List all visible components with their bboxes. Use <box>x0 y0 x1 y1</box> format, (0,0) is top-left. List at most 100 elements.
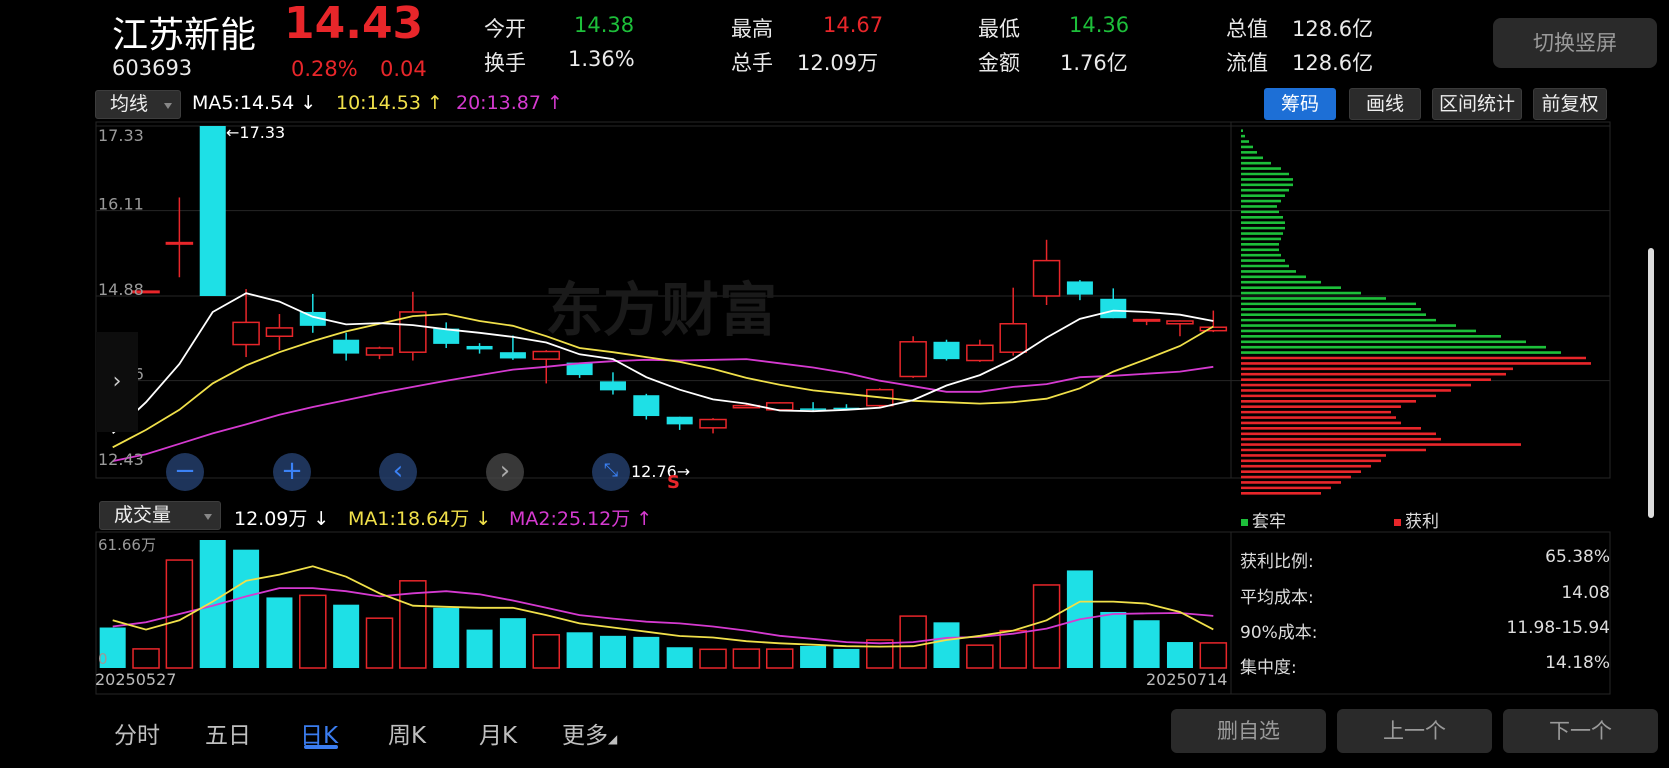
volume-bar <box>433 607 460 668</box>
candle <box>365 346 394 360</box>
volume-bar <box>532 634 561 669</box>
candle <box>433 322 460 349</box>
more-arrow-icon: ◢ <box>608 732 618 746</box>
y-tick-label: 14.88 <box>98 280 144 299</box>
candle <box>699 418 727 434</box>
candle-body <box>466 345 493 350</box>
min-price-marker: 12.76→ <box>631 462 691 481</box>
candle-body <box>800 408 827 410</box>
volume-bar <box>566 632 593 668</box>
volume-bars <box>99 540 1228 669</box>
candle-body <box>1132 318 1161 322</box>
volume-bar <box>666 647 693 668</box>
scrollbar[interactable] <box>1648 248 1654 518</box>
stat-profit-ratio: 获利比例: 65.38% <box>1240 547 1610 572</box>
candle <box>599 372 626 395</box>
date-end: 20250714 <box>1146 670 1228 689</box>
volume-bar <box>1199 642 1228 669</box>
volume-value: 12.09万 ↓ <box>234 508 330 530</box>
volume-select-label: 成交量 <box>114 504 172 526</box>
volume-bar <box>333 604 360 668</box>
legend-trapped: 套牢 <box>1241 507 1286 532</box>
kline-grid <box>95 121 1611 479</box>
collapse-icon[interactable]: ⤡ <box>592 453 630 491</box>
candle <box>800 402 827 412</box>
candle-body <box>899 341 927 378</box>
volume-bar <box>365 617 394 669</box>
chip-distribution <box>1241 129 1591 495</box>
volume-bar <box>266 597 293 668</box>
kline-frame <box>95 121 1611 479</box>
volume-bar <box>233 549 260 668</box>
volume-indicator-select[interactable]: 成交量 <box>99 501 221 530</box>
volume-bar <box>466 629 493 668</box>
profit-swatch <box>1394 518 1401 526</box>
volume-bar <box>833 648 860 668</box>
candle <box>199 126 226 296</box>
volume-bar <box>1100 611 1127 668</box>
tab-active-underline <box>304 745 338 749</box>
watermark: 东方财富 <box>545 276 777 344</box>
candle-body <box>333 339 360 354</box>
candle-body <box>1100 298 1127 319</box>
y-tick-label: 17.33 <box>98 126 144 145</box>
tab-more[interactable]: 更多◢ <box>562 716 617 750</box>
tab-monthly-k[interactable]: 月K <box>479 716 517 750</box>
scroll-right-button[interactable]: › <box>486 453 524 491</box>
volume-bar <box>966 644 994 669</box>
volume-bar <box>765 648 794 669</box>
candle-body <box>599 381 626 391</box>
candle <box>265 314 294 351</box>
trapped-swatch <box>1241 518 1248 526</box>
scroll-left-button[interactable]: ‹ <box>379 453 417 491</box>
candle-body <box>1199 326 1228 332</box>
candle <box>333 332 360 361</box>
max-price-marker: ←17.33 <box>226 123 286 142</box>
candle <box>1066 280 1093 301</box>
date-start: 20250527 <box>95 670 177 689</box>
previous-button[interactable]: 上一个 <box>1337 709 1492 753</box>
volume-y-top: 61.66万 <box>98 536 156 554</box>
candle-body <box>232 321 260 346</box>
candle <box>1032 239 1061 306</box>
volume-bar <box>499 618 526 668</box>
volume-y-bottom: 0 <box>98 650 108 668</box>
volume-bar <box>732 648 761 669</box>
y-tick-label: 16.11 <box>98 195 144 214</box>
zoom-in-button[interactable]: + <box>273 453 311 491</box>
candle-body <box>1032 259 1061 297</box>
left-drawer-handle[interactable]: › <box>96 332 138 432</box>
candle-body <box>666 416 693 425</box>
candle-body <box>633 395 660 417</box>
zoom-out-button[interactable]: − <box>166 453 204 491</box>
candle <box>999 287 1027 356</box>
remove-watchlist-button[interactable]: 删自选 <box>1171 709 1326 753</box>
volume-bar <box>699 648 727 669</box>
candle <box>1166 320 1194 337</box>
volume-bar <box>599 635 626 668</box>
stat-avg-cost: 平均成本: 14.08 <box>1240 583 1610 608</box>
candle-body <box>1166 320 1194 325</box>
candle-body <box>365 347 394 356</box>
next-button[interactable]: 下一个 <box>1503 709 1658 753</box>
candle-body <box>499 352 526 359</box>
candle-body <box>532 350 561 360</box>
legend-profit: 获利 <box>1394 507 1439 532</box>
candle-body <box>199 126 226 296</box>
y-tick-label: 12.43 <box>98 450 144 469</box>
candle <box>966 339 994 362</box>
volume-bar <box>933 622 960 668</box>
volume-bar <box>999 629 1027 669</box>
candle-body <box>966 344 994 362</box>
volume-bar <box>800 645 827 668</box>
volume-bar <box>633 636 660 668</box>
volume-ma2: MA2:25.12万 ↑ <box>509 508 653 530</box>
tab-intraday[interactable]: 分时 <box>114 716 160 750</box>
stat-concentration: 集中度: 14.18% <box>1240 653 1610 678</box>
candle <box>666 416 693 430</box>
tab-five-day[interactable]: 五日 <box>205 716 251 750</box>
candle-body <box>933 341 960 360</box>
tab-weekly-k[interactable]: 周K <box>388 716 426 750</box>
candle-body <box>699 418 727 429</box>
dropdown-arrow-icon <box>204 514 212 520</box>
